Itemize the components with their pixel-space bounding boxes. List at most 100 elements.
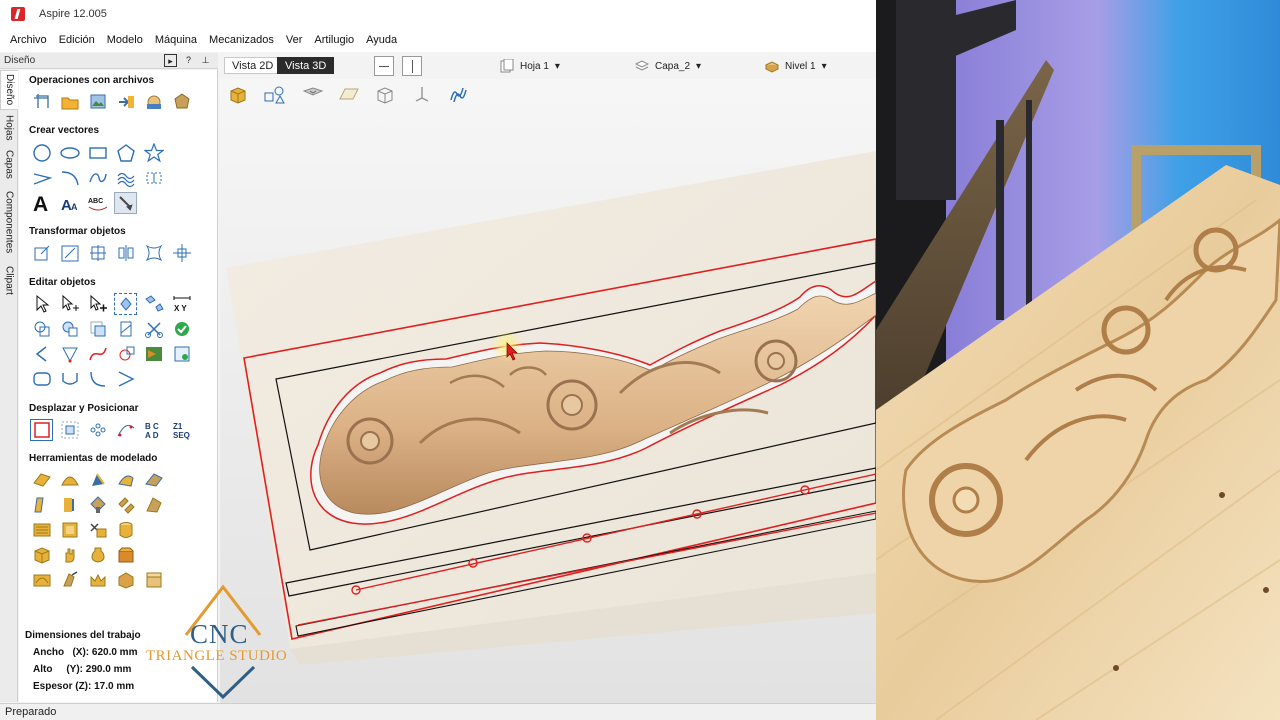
dome-icon[interactable]: [58, 469, 81, 491]
scene-canvas[interactable]: [220, 53, 876, 703]
scale-icon[interactable]: [58, 242, 81, 264]
text-icon[interactable]: A: [30, 192, 53, 214]
sculpt-brush-icon[interactable]: [58, 569, 81, 591]
copy-along-icon[interactable]: [86, 419, 109, 441]
image-icon[interactable]: [170, 343, 193, 365]
shape-editor-icon[interactable]: [30, 469, 53, 491]
merge-model-icon[interactable]: [86, 519, 109, 541]
shadow-icon[interactable]: [86, 494, 109, 516]
wave-icon[interactable]: [114, 167, 137, 189]
block-icon[interactable]: [30, 544, 53, 566]
menu-maquina[interactable]: Máquina: [149, 34, 203, 46]
polygon-icon[interactable]: [114, 142, 137, 164]
arc-icon[interactable]: [58, 167, 81, 189]
menu-modelo[interactable]: Modelo: [101, 34, 149, 46]
crown-icon[interactable]: [86, 569, 109, 591]
split-view-icon[interactable]: [402, 56, 422, 76]
group-icon[interactable]: [142, 293, 165, 315]
align-icon[interactable]: [170, 242, 193, 264]
node-edit-icon[interactable]: [58, 293, 81, 315]
render-material-icon[interactable]: [228, 85, 248, 105]
hand-icon[interactable]: [58, 544, 81, 566]
open-folder-icon[interactable]: [58, 91, 81, 113]
import-vectors-icon[interactable]: [114, 91, 137, 113]
dimension-icon[interactable]: [142, 167, 165, 189]
trace-bitmap-icon[interactable]: [114, 192, 137, 214]
rectangle-icon[interactable]: [86, 142, 109, 164]
intersect-icon[interactable]: [86, 318, 109, 340]
slice-icon[interactable]: [58, 519, 81, 541]
smooth-icon[interactable]: [86, 343, 109, 365]
import-model-icon[interactable]: [142, 91, 165, 113]
pin-icon[interactable]: ⊥: [199, 54, 212, 67]
texture-icon[interactable]: [30, 519, 53, 541]
nest-icon[interactable]: [142, 343, 165, 365]
rounded-rect-icon[interactable]: [30, 368, 53, 390]
curve-icon[interactable]: [86, 167, 109, 189]
fade-icon[interactable]: [114, 494, 137, 516]
tab-clipart[interactable]: Clipart: [0, 262, 18, 298]
auto-text-icon[interactable]: AA: [58, 192, 81, 214]
import-bitmap-icon[interactable]: [86, 91, 109, 113]
vase-icon[interactable]: [86, 544, 109, 566]
mold-icon[interactable]: [58, 494, 81, 516]
layer-dropdown[interactable]: Capa_2 ▾: [635, 59, 701, 73]
subtract-icon[interactable]: [58, 318, 81, 340]
toolpath-preview-icon[interactable]: [448, 85, 468, 105]
measure-xy-icon[interactable]: X Y: [170, 293, 193, 315]
star-icon[interactable]: [142, 142, 165, 164]
offset-icon[interactable]: [114, 343, 137, 365]
import-component-icon[interactable]: [170, 91, 193, 113]
panel-toggle-icon[interactable]: ▸: [164, 54, 177, 67]
show-board-icon[interactable]: [338, 85, 360, 105]
show-bitmap-icon[interactable]: [302, 85, 324, 105]
fillet-icon[interactable]: [58, 343, 81, 365]
label-abcd-icon[interactable]: B CA D: [142, 419, 165, 441]
job-setup-icon[interactable]: [30, 419, 53, 441]
validate-icon[interactable]: [170, 318, 193, 340]
wireframe-box-icon[interactable]: [375, 85, 395, 105]
ellipse-icon[interactable]: [58, 142, 81, 164]
viewport-3d[interactable]: Vista 2D Vista 3D Hoja 1 ▾ Capa_2 ▾ Nive…: [220, 53, 876, 703]
relief-icon[interactable]: [30, 569, 53, 591]
mirror-icon[interactable]: [114, 242, 137, 264]
chevron-icon[interactable]: [114, 368, 137, 390]
circle-icon[interactable]: [30, 142, 53, 164]
package-icon[interactable]: [114, 569, 137, 591]
array-icon[interactable]: [58, 419, 81, 441]
menu-ver[interactable]: Ver: [280, 34, 309, 46]
cut-icon[interactable]: [142, 318, 165, 340]
tab-vista-2d[interactable]: Vista 2D: [224, 57, 282, 74]
weld-icon[interactable]: [30, 318, 53, 340]
join-icon[interactable]: [30, 343, 53, 365]
origin-axis-icon[interactable]: [412, 85, 432, 105]
interactive-select-icon[interactable]: [114, 293, 137, 315]
tab-componentes[interactable]: Componentes: [0, 184, 18, 260]
level-dropdown[interactable]: Nivel 1 ▾: [765, 59, 827, 73]
menu-ayuda[interactable]: Ayuda: [360, 34, 403, 46]
tab-diseno[interactable]: Diseño: [0, 70, 18, 110]
two-rail-sweep-icon[interactable]: [114, 469, 137, 491]
tab-hojas[interactable]: Hojas: [0, 112, 18, 144]
extrude-icon[interactable]: [86, 469, 109, 491]
show-vectors-icon[interactable]: [264, 85, 286, 105]
sculpt-icon[interactable]: [30, 494, 53, 516]
polyline-icon[interactable]: [30, 167, 53, 189]
help-icon[interactable]: ?: [182, 54, 195, 67]
sheet-dropdown[interactable]: Hoja 1 ▾: [500, 59, 560, 73]
single-view-icon[interactable]: [374, 56, 394, 76]
tab-vista-3d[interactable]: Vista 3D: [277, 57, 335, 74]
distort-icon[interactable]: [142, 242, 165, 264]
bend-icon[interactable]: [86, 368, 109, 390]
menu-mecanizados[interactable]: Mecanizados: [203, 34, 280, 46]
tilt-icon[interactable]: [142, 469, 165, 491]
smooth-model-icon[interactable]: [142, 494, 165, 516]
menu-edicion[interactable]: Edición: [53, 34, 101, 46]
tab-capas[interactable]: Capas: [0, 146, 18, 182]
transform-mode-icon[interactable]: [86, 293, 109, 315]
box-icon[interactable]: [114, 544, 137, 566]
rotate-icon[interactable]: [86, 242, 109, 264]
menu-archivo[interactable]: Archivo: [4, 34, 53, 46]
sequence-icon[interactable]: Z1 SEQ: [170, 419, 193, 441]
select-icon[interactable]: [30, 293, 53, 315]
